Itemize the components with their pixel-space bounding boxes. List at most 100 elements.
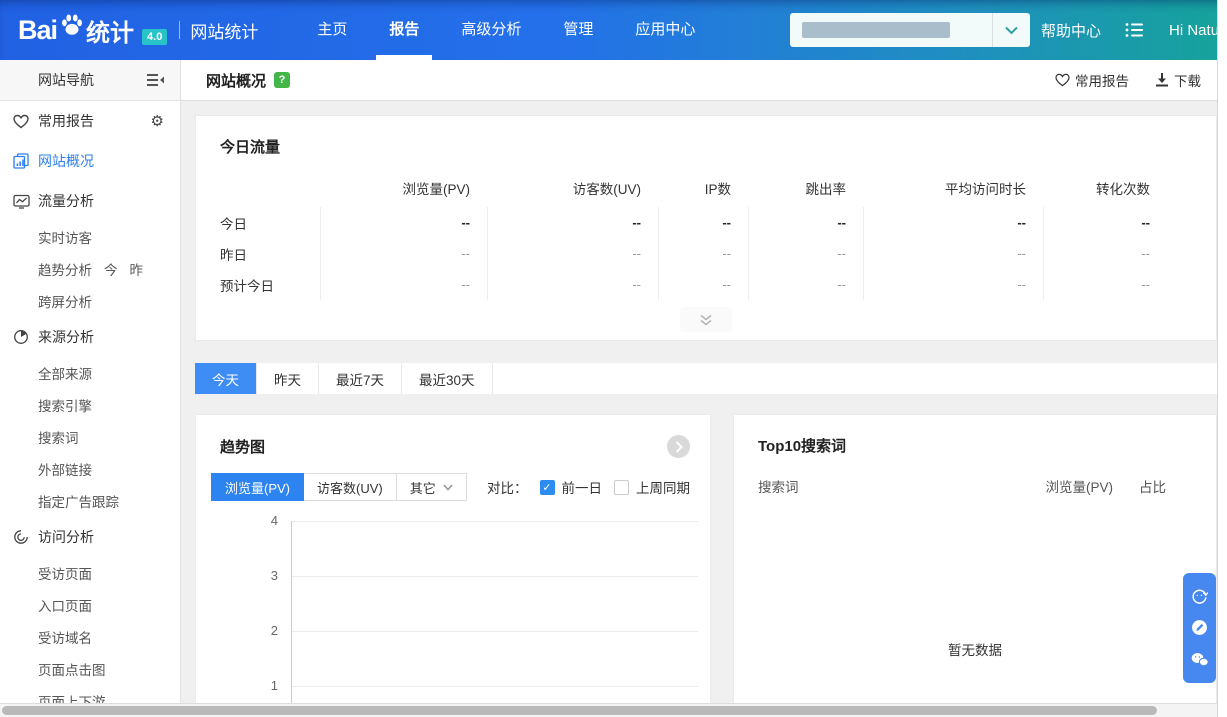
version-badge: 4.0 — [142, 29, 168, 45]
tab-last-30-days[interactable]: 最近30天 — [402, 363, 493, 394]
tab-last-7-days[interactable]: 最近7天 — [319, 363, 403, 394]
survey-pencil-icon[interactable] — [1191, 619, 1209, 637]
today-traffic-table: 浏览量(PV) 访客数(UV) IP数 跳出率 平均访问时长 转化次数 今日 -… — [196, 169, 1216, 300]
page-title: 网站概况 — [206, 72, 267, 90]
horizontal-scrollbar[interactable] — [0, 703, 1217, 717]
baidu-tongji-logo[interactable]: Bai 统计 4.0 网站统计 — [18, 12, 258, 49]
col-keyword: 搜索词 — [758, 480, 799, 495]
col-ip: IP数 — [704, 182, 731, 197]
sidebar-item-site-overview[interactable]: 网站概况 — [0, 141, 180, 181]
metric-uv-button[interactable]: 访客数(UV) — [303, 473, 397, 501]
sidebar-item-favorite-reports[interactable]: 常用报告 ⚙ — [0, 101, 180, 141]
sidebar-item-page-flow[interactable]: 页面上下游 — [0, 685, 180, 703]
compare-prev-day-label[interactable]: 前一日 — [562, 477, 603, 497]
floating-help-panel — [1183, 573, 1216, 683]
help-center-link[interactable]: 帮助中心 — [1041, 20, 1101, 41]
nav-app-center[interactable]: 应用中心 — [614, 0, 716, 60]
sidebar-item-page-click-map[interactable]: 页面点击图 — [0, 653, 180, 685]
logo-suffix: 统计 — [86, 19, 135, 47]
chevron-right-icon — [675, 440, 683, 453]
table-row-today: 今日 -- -- -- -- -- -- — [196, 207, 1216, 238]
trend-line-chart: 4 3 2 1 — [196, 513, 710, 703]
tab-today[interactable]: 今天 — [195, 363, 257, 394]
sidebar-item-visited-domains[interactable]: 受访域名 — [0, 621, 180, 653]
sidebar-item-entry-pages[interactable]: 入口页面 — [0, 589, 180, 621]
double-chevron-down-icon — [700, 314, 712, 326]
metric-button-group: 浏览量(PV) 访客数(UV) 其它 — [211, 473, 467, 501]
col-pv: 浏览量(PV) — [402, 182, 471, 197]
trend-chart-title: 趋势图 — [220, 439, 266, 456]
page-header: 网站概况 ? 常用报告 下载 — [181, 60, 1217, 101]
today-traffic-card: 今日流量 浏览量(PV) 访客数(UV) IP数 跳出率 平均访问时长 转化次数… — [195, 115, 1217, 341]
col-bounce-rate: 跳出率 — [805, 182, 847, 197]
sidebar-item-visit-analysis[interactable]: 访问分析 — [0, 517, 180, 557]
trend-yesterday-shortcut[interactable]: 昨 — [130, 259, 144, 279]
today-traffic-title: 今日流量 — [220, 139, 281, 156]
site-overview-icon — [12, 152, 30, 170]
download-button[interactable]: 下载 — [1155, 70, 1201, 90]
col-uv: 访客数(UV) — [572, 182, 641, 197]
horizontal-scrollbar-thumb[interactable] — [2, 706, 1157, 715]
nav-manage[interactable]: 管理 — [542, 0, 614, 60]
sidebar-item-visited-pages[interactable]: 受访页面 — [0, 557, 180, 589]
chevron-down-icon[interactable] — [992, 13, 1030, 47]
sidebar-item-search-engines[interactable]: 搜索引擎 — [0, 389, 180, 421]
download-icon — [1156, 73, 1168, 87]
sidebar-item-trend-analysis[interactable]: 趋势分析 今 昨 — [0, 253, 180, 285]
baidu-paw-icon — [59, 12, 85, 43]
help-question-badge[interactable]: ? — [274, 72, 291, 88]
sidebar-item-realtime-visitors[interactable]: 实时访客 — [0, 221, 180, 253]
trend-today-shortcut[interactable]: 今 — [104, 259, 118, 279]
go-to-report-button[interactable] — [667, 435, 690, 458]
keywords-table-header: 搜索词 浏览量(PV) 占比 — [758, 476, 1166, 496]
y-tick-3: 3 — [270, 568, 278, 583]
nav-advanced-analysis[interactable]: 高级分析 — [440, 0, 542, 60]
compare-last-week-checkbox[interactable] — [614, 479, 629, 495]
pie-chart-icon — [12, 328, 30, 346]
sidebar-item-external-links[interactable]: 外部链接 — [0, 453, 180, 485]
header-right-group: 帮助中心 Hi Natur — [1041, 0, 1224, 60]
gear-icon[interactable]: ⚙ — [151, 112, 164, 130]
compare-last-week-label[interactable]: 上周同期 — [636, 477, 690, 497]
top-nav: 主页 报告 高级分析 管理 应用中心 — [296, 0, 716, 60]
active-nav-underline — [376, 55, 433, 60]
logo-text: Bai — [18, 14, 58, 45]
product-name: 网站统计 — [190, 22, 259, 42]
sidebar-item-traffic-analysis[interactable]: 流量分析 — [0, 181, 180, 221]
sidebar: 网站导航 常用报告 ⚙ 网站概况 流量分析 实时访客 趋势分析 今 昨 跨屏分析… — [0, 60, 181, 703]
feedback-icon[interactable] — [1191, 588, 1209, 606]
date-range-tabs: 今天 昨天 最近7天 最近30天 — [195, 363, 1217, 394]
heart-icon — [1055, 73, 1070, 87]
heart-icon — [12, 112, 30, 130]
trend-chart-card: 趋势图 浏览量(PV) 访客数(UV) 其它 对比： ✓ 前一日 上周同期 4 … — [195, 414, 711, 703]
metric-pv-button[interactable]: 浏览量(PV) — [211, 473, 305, 501]
table-row-yesterday: 昨日 -- -- -- -- -- -- — [196, 238, 1216, 269]
sidebar-item-search-terms[interactable]: 搜索词 — [0, 421, 180, 453]
vertical-scrollbar[interactable] — [1217, 0, 1227, 717]
empty-state-text: 暂无数据 — [948, 643, 1002, 658]
table-row-forecast-today: 预计今日 -- -- -- -- -- -- — [196, 269, 1216, 300]
metric-other-dropdown[interactable]: 其它 — [395, 473, 467, 501]
y-tick-2: 2 — [270, 623, 278, 638]
col-avg-duration: 平均访问时长 — [945, 182, 1026, 197]
compare-prev-day-checkbox[interactable]: ✓ — [539, 479, 555, 495]
expand-more-button[interactable] — [680, 307, 732, 332]
sidebar-title: 网站导航 — [38, 72, 94, 88]
top10-keywords-card: Top10搜索词 搜索词 浏览量(PV) 占比 暂无数据 — [733, 414, 1217, 703]
tab-yesterday[interactable]: 昨天 — [257, 363, 319, 394]
sidebar-item-cross-screen[interactable]: 跨屏分析 — [0, 285, 180, 317]
collapse-sidebar-icon[interactable] — [147, 73, 164, 87]
sidebar-item-all-sources[interactable]: 全部来源 — [0, 357, 180, 389]
logo-divider — [179, 21, 181, 39]
user-greeting[interactable]: Hi Natur — [1169, 22, 1224, 39]
nav-report[interactable]: 报告 — [368, 0, 440, 60]
sidebar-header: 网站导航 — [0, 60, 180, 101]
nav-home[interactable]: 主页 — [296, 0, 368, 60]
favorite-report-button[interactable]: 常用报告 — [1055, 70, 1129, 90]
compare-controls: 对比： ✓ 前一日 上周同期 — [487, 477, 690, 497]
sidebar-item-ad-tracking[interactable]: 指定广告跟踪 — [0, 485, 180, 517]
sidebar-item-source-analysis[interactable]: 来源分析 — [0, 317, 180, 357]
site-selector-dropdown[interactable] — [790, 13, 1030, 47]
report-list-icon[interactable] — [1125, 22, 1145, 38]
wechat-icon[interactable] — [1191, 650, 1209, 668]
